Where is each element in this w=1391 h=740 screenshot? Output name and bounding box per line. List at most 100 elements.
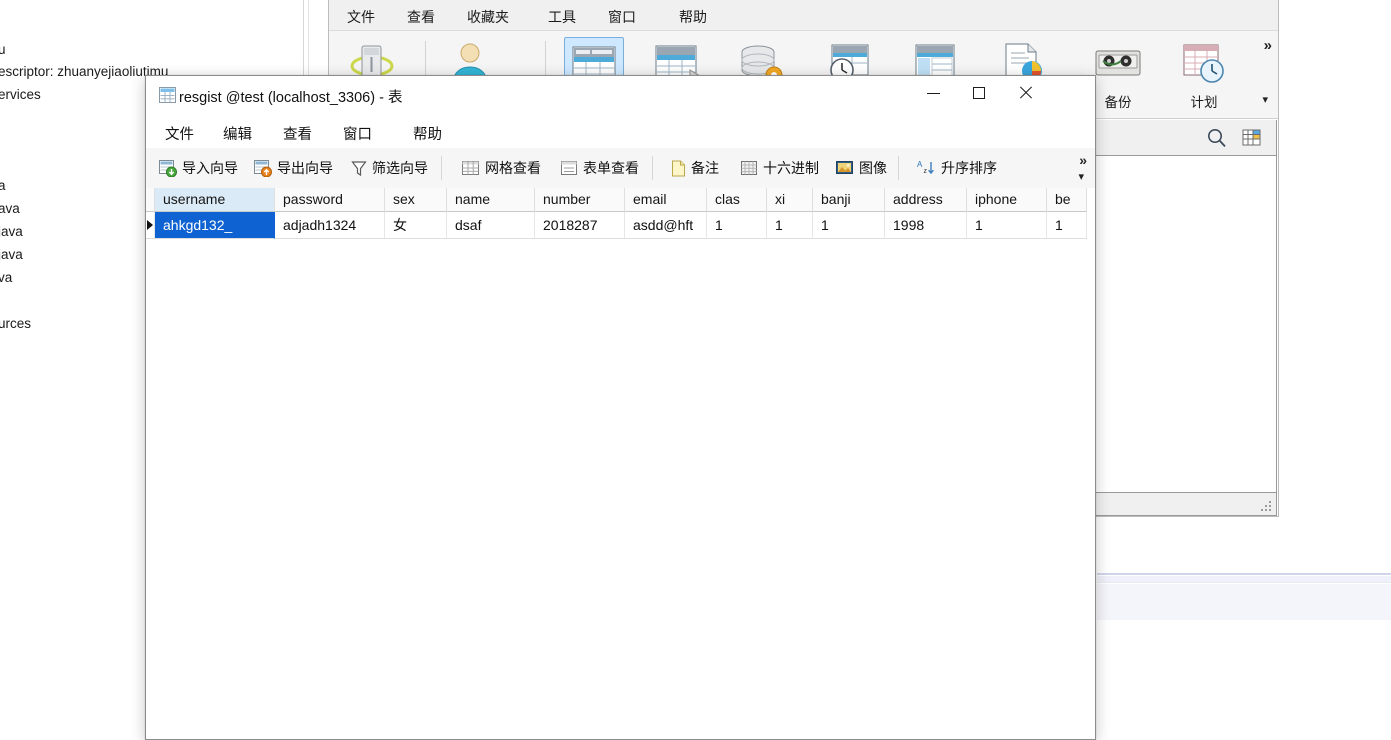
grid-icon[interactable] (1242, 128, 1262, 151)
column-header-name[interactable]: name (447, 188, 535, 212)
grid-cell-xi[interactable]: 1 (767, 212, 813, 239)
import-wizard-button[interactable]: 导入向导 (154, 154, 243, 182)
memo-icon (671, 160, 686, 177)
memo-button[interactable]: 备注 (666, 154, 724, 182)
minimize-button[interactable] (911, 76, 957, 109)
tree-item[interactable]: java (0, 247, 23, 262)
export-wizard-label: 导出向导 (277, 160, 333, 176)
navicat-toolbar-label: 计划 (1190, 95, 1218, 110)
toolbar-overflow-arrow-icon[interactable]: ▾ (1078, 170, 1084, 183)
tree-item[interactable]: u (0, 42, 6, 57)
column-header-be[interactable]: be (1047, 188, 1087, 212)
memo-label: 备注 (691, 160, 719, 176)
grid-cell-email[interactable]: asdd@hft (625, 212, 707, 239)
navicat-toolbar-schedule-button[interactable]: 计划 (1167, 37, 1241, 113)
row-selector[interactable] (146, 212, 155, 239)
grid-cell-sex[interactable]: 女 (385, 212, 447, 239)
hex-icon (741, 160, 758, 177)
export-wizard-button[interactable]: 导出向导 (249, 154, 338, 182)
filter-wizard-label: 筛选向导 (372, 160, 428, 176)
column-header-password[interactable]: password (275, 188, 385, 212)
image-button[interactable]: 图像 (831, 154, 892, 182)
navicat-menubar: 文件 查看 收藏夹 工具 窗口 帮助 (329, 0, 1278, 31)
search-icon[interactable] (1206, 127, 1228, 152)
image-label: 图像 (859, 160, 887, 176)
hex-label: 十六进制 (763, 160, 819, 176)
column-header-banji[interactable]: banji (813, 188, 885, 212)
grid-header-row: username password sex name number email clas xi… (146, 188, 1087, 212)
table-window-icon (159, 87, 176, 106)
tree-item[interactable]: urces (0, 316, 31, 331)
navicat-menu-0[interactable]: 文件 (341, 6, 381, 28)
filter-wizard-button[interactable]: 筛选向导 (346, 154, 433, 182)
navicat-menu-3[interactable]: 工具 (542, 6, 582, 28)
grid-cell-clas[interactable]: 1 (707, 212, 767, 239)
grid-view-button[interactable]: 网格查看 (457, 154, 546, 182)
table-row[interactable]: ahkgd132_ adjadh1324 女 dsaf 2018287 asdd@hft 1… (146, 212, 1087, 239)
toolbar-overflow-icon[interactable]: » (1264, 37, 1272, 54)
resize-grip-icon[interactable] (1261, 501, 1273, 513)
toolbar-overflow-icon[interactable]: » (1079, 152, 1087, 168)
table-toolbar-separator-0 (441, 156, 442, 180)
navicat-menu-2[interactable]: 收藏夹 (461, 6, 515, 28)
lower-panel-accent (1097, 573, 1391, 575)
form-view-icon (561, 160, 578, 177)
grid-cell-name[interactable]: dsaf (447, 212, 535, 239)
grid-cell-iphone[interactable]: 1 (967, 212, 1047, 239)
tree-item[interactable]: va (0, 270, 12, 285)
sort-ascending-icon: A z (917, 159, 936, 177)
table-window-menu-2[interactable]: 查看 (278, 122, 317, 145)
svg-text:A: A (917, 160, 923, 169)
column-header-iphone[interactable]: iphone (967, 188, 1047, 212)
grid-cell-address[interactable]: 1998 (885, 212, 967, 239)
lower-panel-hairline (1097, 582, 1391, 583)
window-title: resgist @test (localhost_3306) - 表 (179, 90, 403, 106)
tree-item[interactable]: ava (0, 201, 20, 216)
table-toolbar-separator-1 (652, 156, 653, 180)
sort-asc-button[interactable]: A z 升序排序 (912, 154, 1002, 182)
navicat-menu-1[interactable]: 查看 (401, 6, 441, 28)
table-window-menu-1[interactable]: 编辑 (218, 122, 257, 145)
export-wizard-icon (254, 159, 272, 177)
grid-cell-password[interactable]: adjadh1324 (275, 212, 385, 239)
table-toolbar-separator-2 (898, 156, 899, 180)
table-window-toolbar: » ▾ 导入向导 导出向导 筛选向导 网格查看 表单查看 备注 十六进制 图像 … (146, 148, 1095, 189)
close-button[interactable] (1003, 76, 1049, 109)
hex-button[interactable]: 十六进制 (736, 154, 824, 182)
grid-cell-banji[interactable]: 1 (813, 212, 885, 239)
grid-view-label: 网格查看 (485, 160, 541, 176)
column-header-xi[interactable]: xi (767, 188, 813, 212)
lower-panel-band (1097, 576, 1391, 582)
toolbar-overflow-arrow-icon[interactable]: ▾ (1262, 93, 1268, 106)
grid-cell-number[interactable]: 2018287 (535, 212, 625, 239)
column-header-email[interactable]: email (625, 188, 707, 212)
column-header-sex[interactable]: sex (385, 188, 447, 212)
backup-icon (1088, 37, 1148, 87)
title-bar[interactable]: resgist @test (localhost_3306) - 表 (146, 76, 1095, 114)
navicat-menu-4[interactable]: 窗口 (602, 6, 642, 28)
column-header-clas[interactable]: clas (707, 188, 767, 212)
table-window-menu-4[interactable]: 帮助 (408, 122, 447, 145)
sort-asc-label: 升序排序 (941, 160, 997, 176)
tree-item[interactable]: ervices (0, 87, 41, 102)
column-header-number[interactable]: number (535, 188, 625, 212)
navicat-menu-5[interactable]: 帮助 (673, 6, 713, 28)
filter-funnel-icon (351, 160, 367, 177)
table-window-menu-3[interactable]: 窗口 (338, 122, 377, 145)
grid-cell-be[interactable]: 1 (1047, 212, 1087, 239)
column-header-username[interactable]: username (155, 188, 275, 212)
form-view-button[interactable]: 表单查看 (556, 154, 644, 182)
data-grid[interactable]: username password sex name number email clas xi… (146, 188, 1095, 739)
tree-item[interactable]: escriptor: zhuanyejiaoliutimu (0, 64, 168, 79)
tree-item[interactable]: java (0, 224, 23, 239)
svg-text:z: z (924, 168, 928, 175)
table-window-menu-0[interactable]: 文件 (160, 122, 199, 145)
table-window-menubar: 文件 编辑 查看 窗口 帮助 (146, 114, 1095, 149)
grid-view-icon (462, 160, 480, 177)
column-header-address[interactable]: address (885, 188, 967, 212)
tree-item[interactable]: a (0, 178, 6, 193)
maximize-button[interactable] (957, 76, 1003, 109)
import-wizard-label: 导入向导 (182, 160, 238, 176)
grid-cell-username[interactable]: ahkgd132_ (155, 212, 275, 239)
grid-corner (146, 188, 155, 212)
